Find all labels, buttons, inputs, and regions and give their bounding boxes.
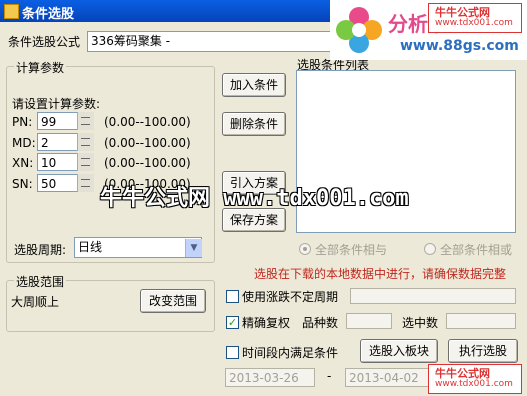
param-name-md: MD: <box>12 136 36 150</box>
param-name-xn: XN: <box>12 156 34 170</box>
badge-bottom-url: www.tdx001.com <box>435 379 513 389</box>
param-range-xn: (0.00--100.00) <box>104 156 191 170</box>
param-name-pn: PN: <box>12 115 33 129</box>
params-group-title: 计算参数 <box>14 59 67 76</box>
time-segment-label: 时间段内满足条件 <box>242 346 339 360</box>
window-title: 条件选股 <box>22 7 75 22</box>
delete-condition-button[interactable]: 删除条件 <box>222 112 286 136</box>
execute-button[interactable]: 执行选股 <box>448 339 518 363</box>
param-spinner-md[interactable] <box>77 133 94 151</box>
period-value: 日线 <box>78 240 103 254</box>
flower-logo-icon <box>336 7 382 53</box>
logic-and-label: 全部条件相与 <box>315 243 388 257</box>
logic-and-radio[interactable] <box>299 243 311 255</box>
watermark-text: 牛牛公式网 www.tdx001.com <box>100 186 409 211</box>
start-date-picker[interactable]: 2013-03-26 <box>225 368 315 387</box>
period-label: 选股周期: <box>14 243 67 257</box>
selected-count <box>446 313 516 329</box>
date-separator: - <box>327 369 332 383</box>
logo-url: www.88gs.com <box>400 38 519 54</box>
data-notice: 选股在下载的本地数据中进行，请确保数据完整 <box>254 267 507 281</box>
param-spinner-pn[interactable] <box>77 112 94 130</box>
time-segment-checkbox[interactable] <box>226 346 239 359</box>
range-value: 大周顺上 <box>11 295 60 309</box>
use-price-limit-checkbox[interactable] <box>226 290 239 303</box>
start-date-value: 2013-03-26 <box>229 371 299 385</box>
period-select[interactable]: 日线 <box>74 237 202 258</box>
param-range-md: (0.00--100.00) <box>104 136 191 150</box>
chevron-down-icon[interactable]: ▼ <box>185 239 202 257</box>
logic-or-label: 全部条件相或 <box>440 243 513 257</box>
params-prompt: 请设置计算参数: <box>12 97 101 111</box>
param-name-sn: SN: <box>12 177 33 191</box>
end-date-value: 2013-04-02 <box>349 371 419 385</box>
param-spinner-xn[interactable] <box>77 153 94 171</box>
end-date-picker[interactable]: 2013-04-02 <box>345 368 435 387</box>
formula-select[interactable]: 336筹码聚集 - <box>87 31 337 52</box>
select-to-block-button[interactable]: 选股入板块 <box>360 339 438 363</box>
formula-label: 条件选股公式 <box>8 35 81 49</box>
app-icon <box>4 4 19 19</box>
logic-or-radio[interactable] <box>424 243 436 255</box>
exact-adjust-label: 精确复权 <box>242 316 291 330</box>
selected-label: 选中数 <box>402 316 439 330</box>
param-range-pn: (0.00--100.00) <box>104 115 191 129</box>
varieties-label: 品种数 <box>302 316 339 330</box>
exact-adjust-checkbox[interactable]: ✓ <box>226 316 239 329</box>
badge-top: 牛牛公式网 www.tdx001.com <box>428 3 522 33</box>
param-spinner-sn[interactable] <box>77 174 94 192</box>
use-price-limit-label: 使用涨跌不定周期 <box>242 290 339 304</box>
price-limit-field[interactable] <box>350 288 516 304</box>
add-condition-button[interactable]: 加入条件 <box>222 73 286 97</box>
range-group-title: 选股范围 <box>14 273 67 290</box>
badge-top-url: www.tdx001.com <box>435 18 513 28</box>
badge-bottom: 牛牛公式网 www.tdx001.com <box>428 364 522 394</box>
change-range-button[interactable]: 改变范围 <box>140 289 206 313</box>
varieties-count <box>346 313 392 329</box>
